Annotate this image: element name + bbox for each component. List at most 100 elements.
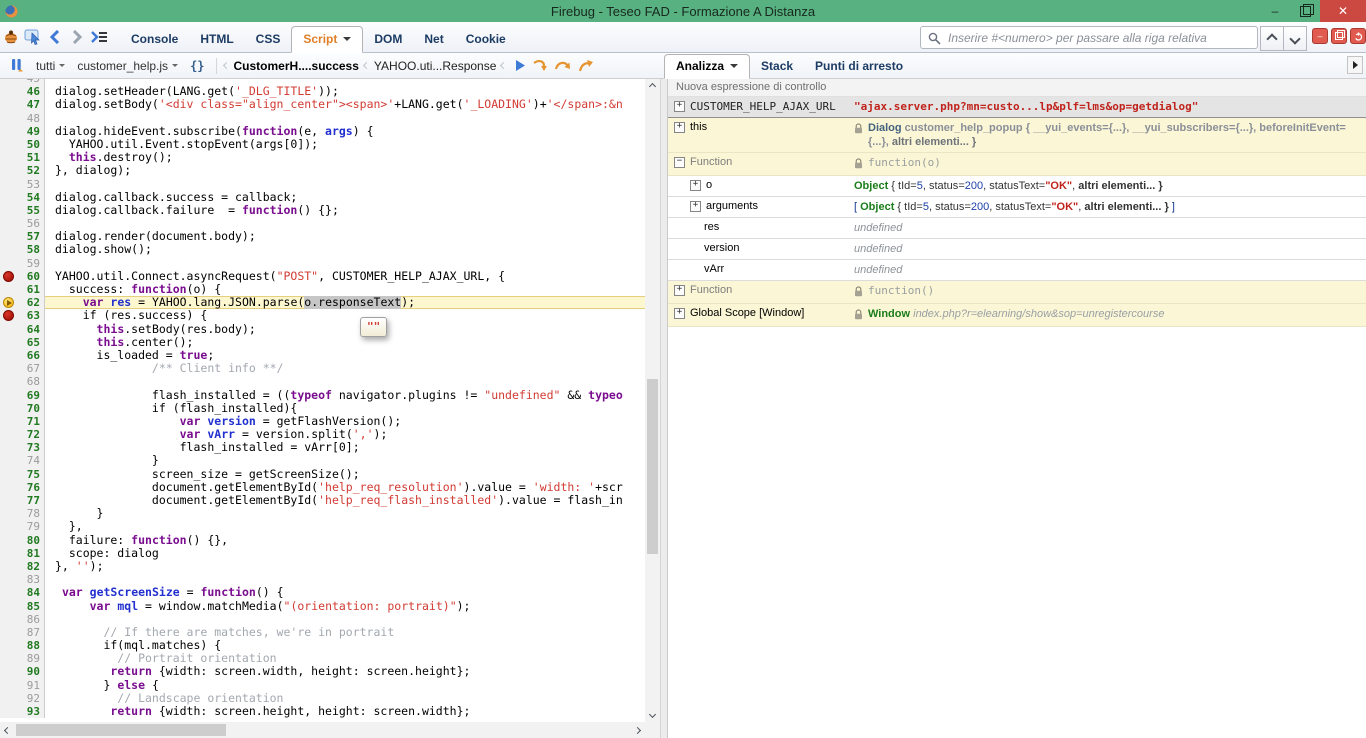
breakpoint-column[interactable] xyxy=(0,507,17,520)
watch-row-arguments[interactable]: +arguments[ Object { tId=5, status=200, … xyxy=(668,197,1366,218)
breakpoint-gutter-56[interactable]: 56 xyxy=(0,217,45,230)
breakpoint-column[interactable] xyxy=(0,454,17,467)
minimize-button[interactable]: – xyxy=(1260,0,1290,22)
breakpoint-column[interactable] xyxy=(0,679,17,692)
watch-row-o[interactable]: +oObject { tId=5, status=200, statusText… xyxy=(668,176,1366,197)
breakpoint-column[interactable] xyxy=(0,692,17,705)
breakpoint-column[interactable] xyxy=(0,375,17,388)
watch-row-customer-help-ajax-url[interactable]: +CUSTOMER_HELP_AJAX_URL"ajax.server.php?… xyxy=(668,97,1366,118)
breakpoint-gutter-58[interactable]: 58 xyxy=(0,243,45,256)
breakpoint-column[interactable] xyxy=(0,164,17,177)
step-over-button[interactable] xyxy=(554,58,571,73)
breakpoint-column[interactable] xyxy=(0,468,17,481)
watch-row-this[interactable]: +thisDialog customer_help_popup { __yui_… xyxy=(668,118,1366,153)
breakpoint-gutter-89[interactable]: 89 xyxy=(0,652,45,665)
expand-icon[interactable]: + xyxy=(674,122,685,133)
breakpoint-gutter-72[interactable]: 72 xyxy=(0,428,45,441)
breakpoint-column[interactable] xyxy=(0,270,17,283)
close-button[interactable]: ✕ xyxy=(1320,0,1366,22)
breakpoint-column[interactable] xyxy=(0,428,17,441)
breadcrumb-crumb[interactable]: YAHOO.uti...Response xyxy=(374,59,497,73)
scroll-down-button[interactable] xyxy=(645,707,660,722)
breakpoint-gutter-88[interactable]: 88 xyxy=(0,639,45,652)
panel-menu-button[interactable] xyxy=(88,26,110,48)
tab-net[interactable]: Net xyxy=(413,27,454,52)
breakpoint-gutter-47[interactable]: 47 xyxy=(0,98,45,111)
breakpoint-column[interactable] xyxy=(0,125,17,138)
breakpoint-column[interactable] xyxy=(0,481,17,494)
breakpoint-gutter-76[interactable]: 76 xyxy=(0,481,45,494)
breakpoint-column[interactable] xyxy=(0,243,17,256)
breakpoint-column[interactable] xyxy=(0,626,17,639)
vertical-scroll-thumb[interactable] xyxy=(647,379,658,554)
breakpoint-column[interactable] xyxy=(0,573,17,586)
breakpoint-column[interactable] xyxy=(0,389,17,402)
breakpoint-column[interactable] xyxy=(0,309,17,322)
firebug-deactivate-button[interactable] xyxy=(1350,28,1366,44)
side-tab-analizza[interactable]: Analizza xyxy=(664,54,750,79)
scroll-left-button[interactable] xyxy=(0,722,15,738)
breakpoint-column[interactable] xyxy=(0,402,17,415)
breakpoint-column[interactable] xyxy=(0,138,17,151)
breakpoint-gutter-48[interactable]: 48 xyxy=(0,112,45,125)
breakpoint-gutter-68[interactable]: 68 xyxy=(0,375,45,388)
horizontal-scrollbar[interactable] xyxy=(0,722,645,738)
breakpoint-column[interactable] xyxy=(0,85,17,98)
scroll-right-button[interactable] xyxy=(630,722,645,738)
tab-console[interactable]: Console xyxy=(120,27,189,52)
breakpoint-gutter-60[interactable]: 60 xyxy=(0,270,45,283)
breakpoint-gutter-82[interactable]: 82 xyxy=(0,560,45,573)
breakpoint-gutter-83[interactable]: 83 xyxy=(0,573,45,586)
breakpoint-gutter-73[interactable]: 73 xyxy=(0,441,45,454)
script-filter-dropdown[interactable]: tutti xyxy=(32,57,69,75)
breakpoint-column[interactable] xyxy=(0,217,17,230)
breakpoint-gutter-57[interactable]: 57 xyxy=(0,230,45,243)
expand-icon[interactable]: + xyxy=(674,101,685,112)
breakpoint-column[interactable] xyxy=(0,665,17,678)
breakpoint-gutter-46[interactable]: 46 xyxy=(0,85,45,98)
firebug-menu-button[interactable] xyxy=(0,26,22,48)
expand-icon[interactable]: + xyxy=(690,201,701,212)
tab-dom[interactable]: DOM xyxy=(363,27,413,52)
breakpoint-column[interactable] xyxy=(0,494,17,507)
expand-icon[interactable]: + xyxy=(674,285,685,296)
breakpoint-gutter-67[interactable]: 67 xyxy=(0,362,45,375)
tab-html[interactable]: HTML xyxy=(189,27,244,52)
pretty-print-button[interactable]: {} xyxy=(186,59,208,73)
breakpoint-column[interactable] xyxy=(0,600,17,613)
breakpoint-gutter-87[interactable]: 87 xyxy=(0,626,45,639)
expand-icon[interactable]: + xyxy=(690,180,701,191)
side-tab-punti-di-arresto[interactable]: Punti di arresto xyxy=(804,55,914,78)
breakpoint-column[interactable] xyxy=(0,257,17,270)
breakpoint-column[interactable] xyxy=(0,639,17,652)
break-on-next-button[interactable] xyxy=(6,55,28,77)
breakpoint-column[interactable] xyxy=(0,178,17,191)
breakpoint-column[interactable] xyxy=(0,586,17,599)
breakpoint-column[interactable] xyxy=(0,613,17,626)
breakpoint-column[interactable] xyxy=(0,534,17,547)
breakpoint-gutter-62[interactable]: 62 xyxy=(0,296,45,309)
breakpoint-column[interactable] xyxy=(0,296,17,309)
watch-row-res[interactable]: resundefined xyxy=(668,218,1366,239)
breakpoint-gutter-75[interactable]: 75 xyxy=(0,468,45,481)
breakpoint-gutter-92[interactable]: 92 xyxy=(0,692,45,705)
find-next-button[interactable] xyxy=(1284,26,1307,51)
breakpoint-column[interactable] xyxy=(0,560,17,573)
breakpoint-gutter-51[interactable]: 51 xyxy=(0,151,45,164)
forward-button[interactable] xyxy=(66,26,88,48)
expand-icon[interactable]: + xyxy=(674,308,685,319)
breakpoint-column[interactable] xyxy=(0,415,17,428)
breakpoint-column[interactable] xyxy=(0,323,17,336)
breakpoint-column[interactable] xyxy=(0,547,17,560)
breakpoint-gutter-50[interactable]: 50 xyxy=(0,138,45,151)
search-input[interactable] xyxy=(946,30,1257,46)
script-file-dropdown[interactable]: customer_help.js xyxy=(73,57,182,75)
vertical-scrollbar[interactable] xyxy=(645,79,660,722)
breakpoint-gutter-93[interactable]: 93 xyxy=(0,705,45,718)
scroll-up-button[interactable] xyxy=(645,79,660,94)
breakpoint-gutter-64[interactable]: 64 xyxy=(0,323,45,336)
breakpoint-gutter-66[interactable]: 66 xyxy=(0,349,45,362)
watch-row-function[interactable]: −Functionfunction(o) xyxy=(668,153,1366,176)
breakpoint-column[interactable] xyxy=(0,283,17,296)
collapse-icon[interactable]: − xyxy=(674,157,685,168)
